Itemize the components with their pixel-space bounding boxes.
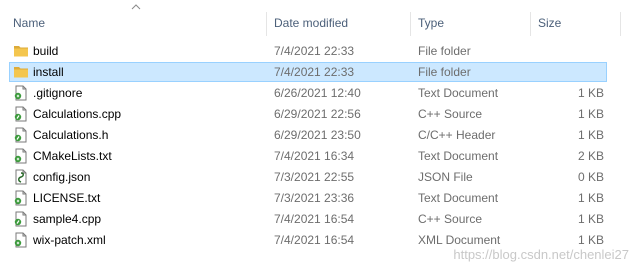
- file-type: C/C++ Header: [418, 128, 496, 142]
- file-name[interactable]: LICENSE.txt: [33, 188, 100, 209]
- file-size: 1 KB: [577, 191, 604, 205]
- file-type: Text Document: [418, 149, 499, 163]
- file-type: Text Document: [418, 86, 499, 100]
- file-row[interactable]: CMakeLists.txt 7/4/2021 16:34 Text Documen…: [0, 146, 635, 167]
- file-date-modified: 7/4/2021 16:54: [274, 212, 355, 226]
- file-row[interactable]: Calculations.cpp 6/29/2021 22:56 C++ Sourc…: [0, 104, 635, 125]
- text-file-icon: [13, 190, 29, 206]
- column-header-date[interactable]: Date modified: [274, 10, 348, 36]
- file-name[interactable]: wix-patch.xml: [33, 230, 106, 251]
- file-row[interactable]: config.json 7/3/2021 22:55 JSON File 0 KB: [0, 167, 635, 188]
- file-name[interactable]: Calculations.h: [33, 125, 108, 146]
- file-name[interactable]: CMakeLists.txt: [33, 146, 112, 167]
- file-date-modified: 7/4/2021 22:33: [274, 44, 355, 58]
- file-date-modified: 7/3/2021 23:36: [274, 191, 355, 205]
- file-type: File folder: [418, 44, 471, 58]
- json-file-icon: [13, 169, 29, 185]
- file-name[interactable]: .gitignore: [33, 83, 82, 104]
- file-size: 1 KB: [577, 107, 604, 121]
- file-date-modified: 7/4/2021 16:34: [274, 149, 355, 163]
- file-size: 0 KB: [577, 170, 604, 184]
- file-type: File folder: [418, 65, 471, 79]
- file-size: 1 KB: [577, 86, 604, 100]
- file-row[interactable]: LICENSE.txt 7/3/2021 23:36 Text Document 1 …: [0, 188, 635, 209]
- text-file-icon: [13, 232, 29, 248]
- file-row[interactable]: build 7/4/2021 22:33 File folder: [0, 41, 635, 62]
- file-name[interactable]: sample4.cpp: [33, 209, 101, 230]
- file-row[interactable]: .gitignore 6/26/2021 12:40 Text Document 1 …: [0, 83, 635, 104]
- file-row[interactable]: Calculations.h 6/29/2021 23:50 C/C++ Heade…: [0, 125, 635, 146]
- folder-icon: [13, 43, 29, 59]
- text-file-icon: [13, 85, 29, 101]
- column-header-size[interactable]: Size: [538, 10, 561, 36]
- file-size: 1 KB: [577, 212, 604, 226]
- column-header-name[interactable]: Name: [13, 10, 45, 36]
- file-size: 2 KB: [577, 149, 604, 163]
- file-row[interactable]: install 7/4/2021 22:33 File folder: [0, 62, 635, 83]
- watermark-text: https://blog.csdn.net/chenlei27: [453, 247, 629, 262]
- file-list: build 7/4/2021 22:33 File folder install 7/4…: [0, 41, 635, 251]
- column-divider[interactable]: [266, 12, 267, 36]
- folder-icon: [13, 64, 29, 80]
- file-row[interactable]: sample4.cpp 7/4/2021 16:54 C++ Source 1 KB: [0, 209, 635, 230]
- file-type: C++ Source: [418, 107, 483, 121]
- file-type: Text Document: [418, 191, 499, 205]
- file-date-modified: 7/4/2021 16:54: [274, 233, 355, 247]
- column-header-type[interactable]: Type: [418, 10, 444, 36]
- file-name[interactable]: build: [33, 41, 58, 62]
- file-date-modified: 6/29/2021 23:50: [274, 128, 361, 142]
- file-type: JSON File: [418, 170, 473, 184]
- file-size: 1 KB: [577, 128, 604, 142]
- code-file-icon: [13, 106, 29, 122]
- code-file-icon: [13, 211, 29, 227]
- file-date-modified: 7/4/2021 22:33: [274, 65, 355, 79]
- file-date-modified: 6/26/2021 12:40: [274, 86, 361, 100]
- file-name[interactable]: config.json: [33, 167, 90, 188]
- file-date-modified: 7/3/2021 22:55: [274, 170, 355, 184]
- column-divider[interactable]: [530, 12, 531, 36]
- text-file-icon: [13, 148, 29, 164]
- file-date-modified: 6/29/2021 22:56: [274, 107, 361, 121]
- file-type: C++ Source: [418, 212, 483, 226]
- file-name[interactable]: Calculations.cpp: [33, 104, 121, 125]
- column-header-row: Name Date modified Type Size: [0, 10, 635, 36]
- column-divider[interactable]: [620, 12, 621, 36]
- column-divider[interactable]: [410, 12, 411, 36]
- file-name[interactable]: install: [33, 62, 64, 83]
- code-file-icon: [13, 127, 29, 143]
